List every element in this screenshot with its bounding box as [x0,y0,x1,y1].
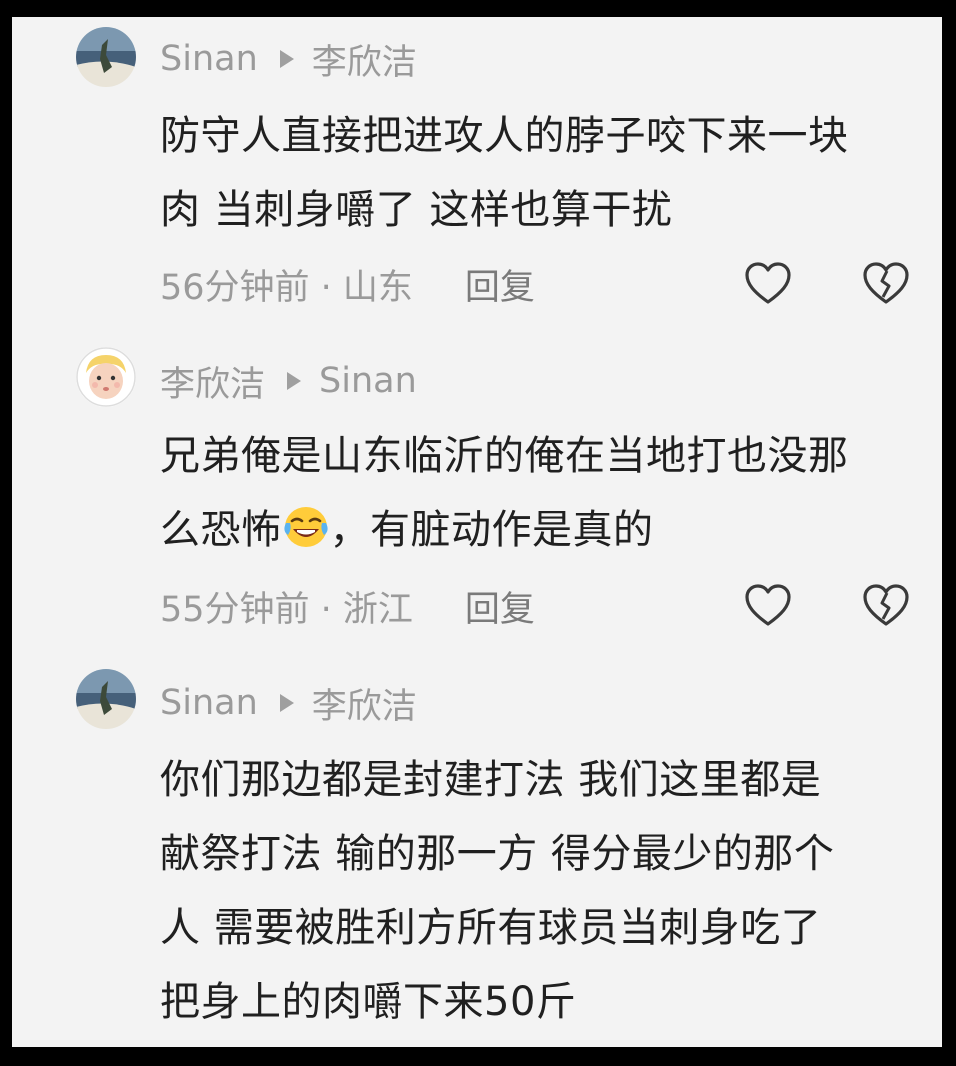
comment-line: 肉 当刺身嚼了 这样也算干扰 [160,187,673,233]
comment-line: 人 需要被胜利方所有球员当刺身吃了 [160,905,822,951]
reply-to-name[interactable]: 李欣洁 [312,34,417,85]
comment-meta: 56分钟前 · 山东 回复 [160,259,535,309]
comment-line: 献祭打法 输的那一方 得分最少的那个 [160,831,835,877]
comment-text: 防守人直接把进攻人的脖子咬下来一块 肉 当刺身嚼了 这样也算干扰 [160,99,920,247]
reply-button[interactable]: 回复 [465,581,535,632]
laughing-crying-emoji [283,507,328,547]
comment-header: Sinan 李欣洁 [160,679,417,727]
user-avatar[interactable] [76,669,136,729]
comment-fragment: 么恐怖 [160,507,282,553]
reply-arrow-icon [279,694,294,712]
time-location: 55分钟前 · 浙江 [160,589,413,630]
comment-line: 么恐怖 ，有脏动作是真的 [160,493,920,567]
reply-arrow-icon [287,372,302,390]
author-name[interactable]: 李欣洁 [160,356,265,407]
comment-header: 李欣洁 Sinan [160,357,417,405]
heart-outline-icon[interactable] [744,583,792,627]
comment-header: Sinan 李欣洁 [160,35,417,83]
author-name[interactable]: Sinan [160,39,258,79]
comment-text: 兄弟俺是山东临沂的俺在当地打也没那 么恐怖 ，有脏动作是真的 [160,419,920,567]
broken-heart-icon[interactable] [862,583,910,627]
heart-outline-icon[interactable] [744,261,792,305]
time-location: 56分钟前 · 山东 [160,267,413,308]
comment-meta: 55分钟前 · 浙江 回复 [160,581,535,631]
user-avatar[interactable] [76,27,136,87]
user-avatar[interactable] [76,347,136,407]
reply-arrow-icon [279,50,294,68]
comment-line: 防守人直接把进攻人的脖子咬下来一块 [160,113,849,159]
comment-line: 你们那边都是封建打法 我们这里都是 [160,757,822,803]
reply-to-name[interactable]: Sinan [319,361,417,401]
comment-fragment: ，有脏动作是真的 [329,507,654,553]
author-name[interactable]: Sinan [160,683,258,723]
comment-text: 你们那边都是封建打法 我们这里都是 献祭打法 输的那一方 得分最少的那个 人 需… [160,743,920,1039]
reply-button[interactable]: 回复 [465,259,535,310]
comment-line: 兄弟俺是山东临沂的俺在当地打也没那 [160,433,849,479]
broken-heart-icon[interactable] [862,261,910,305]
comment-screen: Sinan 李欣洁 防守人直接把进攻人的脖子咬下来一块 肉 当刺身嚼了 这样也算… [12,17,942,1047]
reply-to-name[interactable]: 李欣洁 [312,678,417,729]
comment-line: 把身上的肉嚼下来50斤 [160,979,577,1025]
